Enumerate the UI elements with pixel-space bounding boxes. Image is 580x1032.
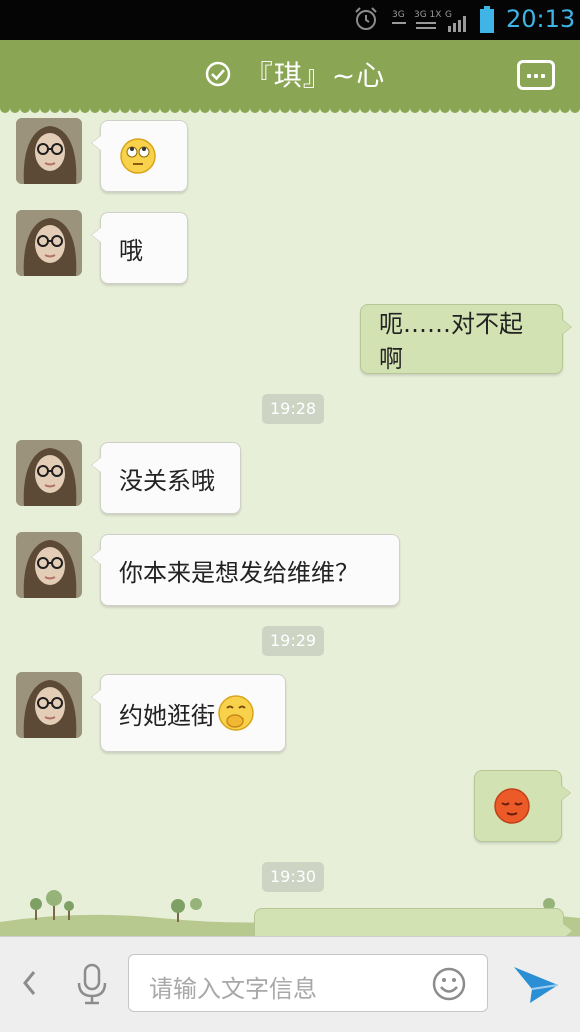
message-bubble-outgoing[interactable] bbox=[474, 770, 571, 842]
contact-avatar[interactable] bbox=[16, 440, 82, 506]
message-text: 哦 bbox=[119, 236, 143, 265]
network-label-3g: 3G bbox=[392, 10, 405, 20]
status-time: 20:13 bbox=[506, 5, 576, 33]
contact-avatar[interactable] bbox=[16, 672, 82, 738]
alarm-clock-icon bbox=[355, 7, 377, 30]
more-options-button[interactable] bbox=[517, 60, 555, 90]
emoji-picker-icon[interactable] bbox=[432, 967, 466, 1001]
message-bubble-incoming[interactable]: 哦 bbox=[91, 212, 188, 284]
timestamp-divider: 19:28 bbox=[262, 394, 325, 424]
chevron-left-icon[interactable] bbox=[20, 969, 40, 997]
message-text: 你本来是想发给维维？ bbox=[119, 558, 359, 587]
message-bubble-incoming[interactable]: 你本来是想发给维维？ bbox=[91, 534, 400, 606]
message-text: 没关系哦 bbox=[119, 466, 215, 495]
contact-avatar[interactable] bbox=[16, 210, 82, 276]
message-text: 呃……对不起啊 bbox=[379, 310, 523, 373]
message-text: 约她逛街 bbox=[119, 701, 215, 730]
chat-title-area: 『琪』~心 bbox=[0, 40, 580, 108]
timestamp-divider: 19:29 bbox=[262, 626, 325, 656]
battery-icon bbox=[480, 6, 494, 33]
send-icon[interactable] bbox=[512, 963, 560, 1007]
chat-title: 『琪』~心 bbox=[244, 59, 386, 92]
online-check-icon bbox=[205, 61, 231, 87]
giggle-emoji-icon bbox=[218, 695, 254, 731]
contact-avatar[interactable] bbox=[16, 118, 82, 184]
message-input-placeholder: 请输入文字信息 bbox=[149, 975, 317, 1003]
chat-header: 『琪』~心 bbox=[0, 40, 580, 113]
input-toolbar: 请输入文字信息 bbox=[0, 936, 580, 1032]
network-label-3g-1x: 3G 1X bbox=[414, 10, 441, 20]
message-bubble-incoming[interactable]: 没关系哦 bbox=[91, 442, 241, 514]
message-bubble-incoming[interactable]: 约她逛街 bbox=[91, 674, 286, 752]
microphone-icon[interactable] bbox=[74, 963, 110, 1005]
message-bubble-outgoing[interactable]: 呃……对不起啊 bbox=[360, 304, 572, 374]
message-bubble-incoming[interactable] bbox=[91, 120, 188, 192]
rolling-eyes-emoji-icon bbox=[120, 138, 156, 174]
network-label-g: G bbox=[445, 10, 452, 20]
contact-avatar[interactable] bbox=[16, 532, 82, 598]
message-input[interactable]: 请输入文字信息 bbox=[128, 954, 488, 1012]
message-list[interactable]: 哦 呃……对不起啊 19:28 没关系哦 你本来是想发给维维？ 19:29 约她… bbox=[0, 108, 580, 948]
embarrassed-emoji-icon bbox=[494, 788, 530, 824]
status-bar: 3G 3G 1X G 20:13 bbox=[0, 0, 580, 40]
signal-strength-icon: 3G 3G 1X G bbox=[392, 10, 466, 32]
